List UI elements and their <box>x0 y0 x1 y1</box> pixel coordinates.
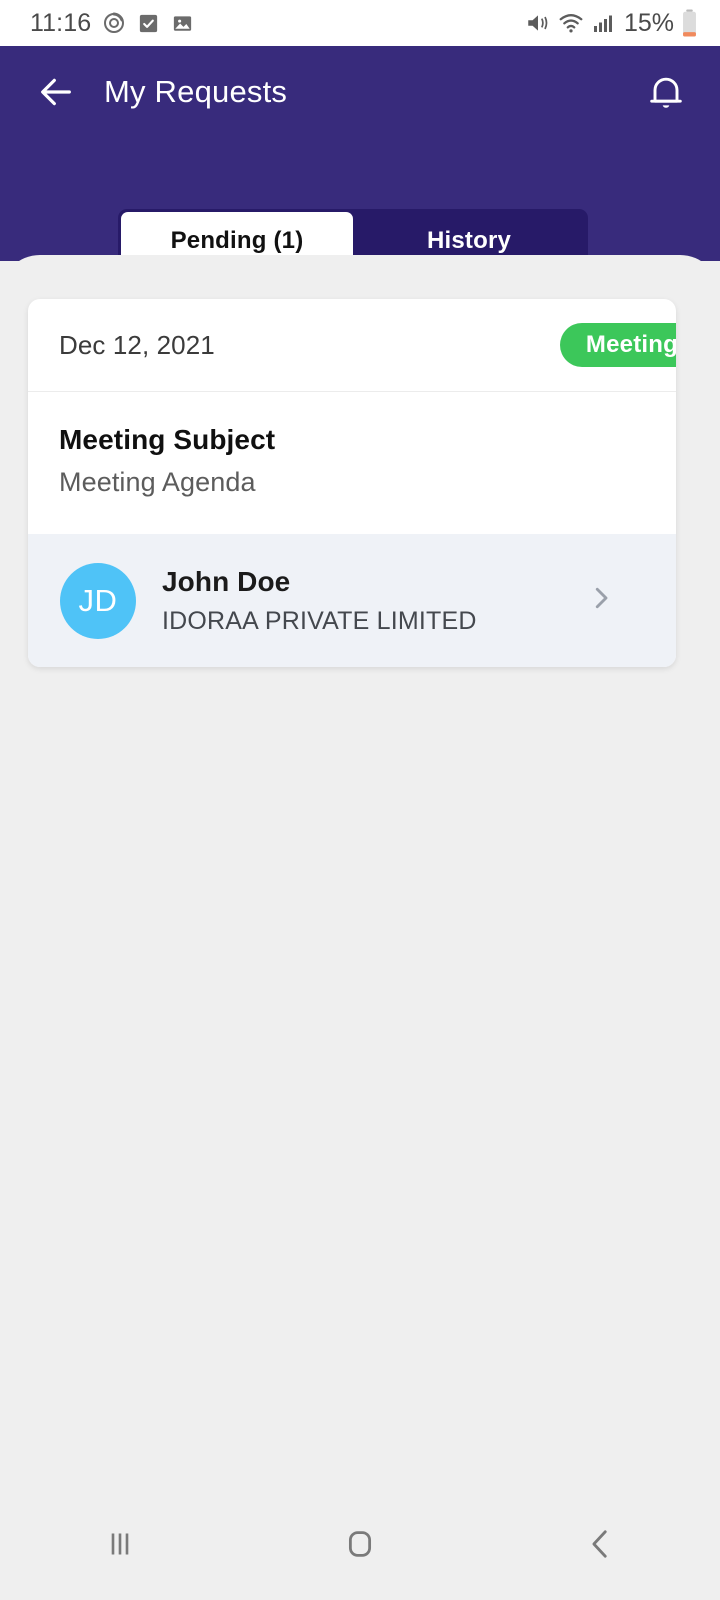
request-card-body: Meeting Subject Meeting Agenda <box>28 392 676 534</box>
recents-icon <box>111 1533 129 1555</box>
battery-percent: 15% <box>623 8 674 37</box>
nav-home-button[interactable] <box>240 1523 480 1565</box>
mute-icon <box>528 15 548 31</box>
request-agenda: Meeting Agenda <box>59 467 256 497</box>
status-time: 11:16 <box>30 8 92 37</box>
request-card-header: Dec 12, 2021 Meeting <box>28 299 676 392</box>
signal-icon <box>593 15 612 32</box>
battery-icon <box>683 9 696 37</box>
request-card[interactable]: Dec 12, 2021 Meeting Meeting Subject Mee… <box>28 299 676 667</box>
checkbox-icon <box>140 14 158 32</box>
image-icon <box>174 15 192 31</box>
page-title: My Requests <box>104 74 288 109</box>
nav-back-button[interactable] <box>480 1523 720 1565</box>
person-details: John Doe IDORAA PRIVATE LIMITED <box>162 566 586 636</box>
avatar: JD <box>60 562 136 639</box>
system-navigation-bar <box>0 1488 720 1600</box>
chevron-right-icon <box>595 587 608 609</box>
arrow-left-icon <box>41 78 71 106</box>
wifi-icon <box>559 14 583 33</box>
request-detail-button[interactable] <box>586 583 616 618</box>
notifications-button[interactable] <box>638 64 694 120</box>
chevron-left-icon <box>592 1530 607 1558</box>
header-top-row: My Requests <box>0 46 720 138</box>
person-name: John Doe <box>162 565 291 597</box>
back-button[interactable] <box>30 66 82 118</box>
content-sheet: Dec 12, 2021 Meeting Meeting Subject Mee… <box>0 255 720 1600</box>
status-badge: Meeting <box>559 323 676 367</box>
app-header: My Requests Pending (1) History <box>0 46 720 273</box>
request-date: Dec 12, 2021 <box>59 329 215 360</box>
request-subject: Meeting Subject <box>59 424 276 455</box>
nav-recents-button[interactable] <box>0 1523 240 1565</box>
status-bar-left: 11:16 <box>30 9 194 38</box>
request-person-row[interactable]: JD John Doe IDORAA PRIVATE LIMITED <box>28 534 676 667</box>
status-bar-right: 15% <box>525 9 698 38</box>
bell-icon <box>650 77 682 108</box>
person-organization: IDORAA PRIVATE LIMITED <box>162 606 477 635</box>
home-icon <box>348 1531 372 1557</box>
alarm-icon <box>104 12 125 33</box>
status-bar: 11:16 15% <box>0 0 720 46</box>
